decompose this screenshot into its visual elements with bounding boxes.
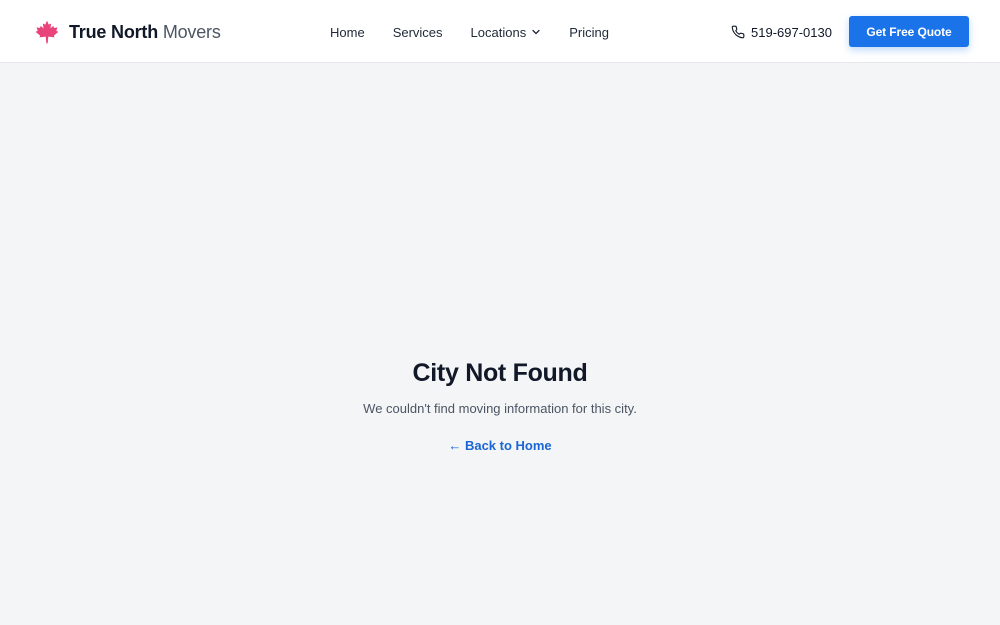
nav-services-label: Services bbox=[392, 24, 443, 40]
back-to-home-link[interactable]: ← Back to Home bbox=[448, 437, 551, 455]
nav-locations-label: Locations bbox=[470, 24, 527, 40]
not-found-message: We couldn't find moving information for … bbox=[363, 401, 637, 416]
chevron-down-icon bbox=[532, 29, 540, 35]
main-nav: Home Services Locations Pricing bbox=[330, 22, 609, 42]
brand-name-light: Movers bbox=[162, 21, 221, 42]
get-free-quote-button[interactable]: Get Free Quote bbox=[849, 16, 969, 47]
nav-locations-dropdown[interactable]: Locations bbox=[471, 25, 542, 40]
nav-home-link[interactable]: Home bbox=[330, 25, 365, 40]
brand-logo[interactable]: True North Movers bbox=[34, 19, 221, 45]
site-header: True North Movers Home Services Location… bbox=[0, 0, 1000, 63]
phone-number: 519-697-0130 bbox=[751, 24, 832, 40]
nav-home-label: Home bbox=[330, 24, 365, 40]
phone-icon bbox=[731, 25, 745, 39]
nav-pricing-label: Pricing bbox=[569, 24, 609, 40]
maple-leaf-icon bbox=[35, 20, 59, 44]
brand-name-strong: True North bbox=[69, 21, 159, 42]
phone-link[interactable]: 519-697-0130 bbox=[731, 22, 832, 42]
brand-name: True North Movers bbox=[69, 22, 221, 43]
nav-pricing-link[interactable]: Pricing bbox=[569, 25, 609, 40]
not-found-section: City Not Found We couldn't find moving i… bbox=[0, 356, 1000, 455]
nav-services-link[interactable]: Services bbox=[393, 25, 443, 40]
page-title: City Not Found bbox=[412, 359, 588, 387]
